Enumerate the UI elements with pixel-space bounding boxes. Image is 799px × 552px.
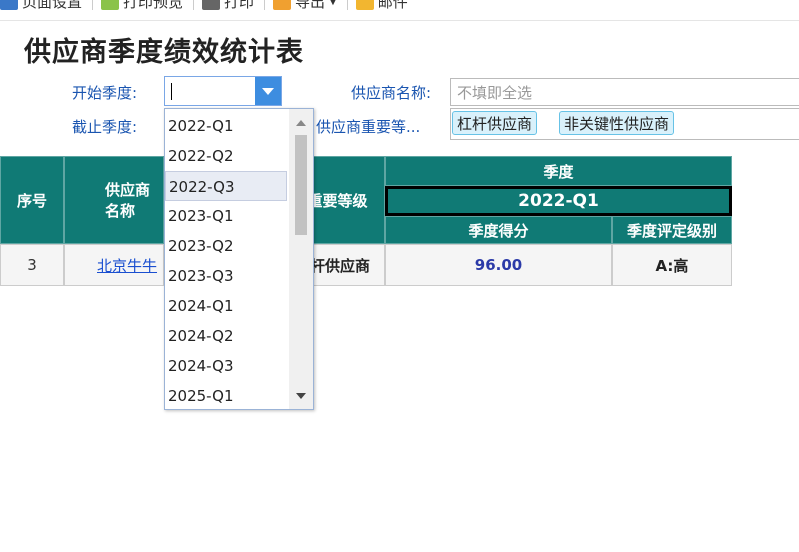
- quarter-option[interactable]: 2025-Q1: [165, 381, 287, 411]
- quarter-option[interactable]: 2023-Q1: [165, 201, 287, 231]
- scrollbar-thumb[interactable]: [295, 135, 307, 235]
- page-title: 供应商季度绩效统计表: [24, 37, 304, 68]
- quarter-dropdown-list[interactable]: 2022-Q1 2022-Q2 2022-Q3 2023-Q1 2023-Q2 …: [164, 108, 314, 410]
- cell-seq: 3: [0, 244, 64, 286]
- start-quarter-combo[interactable]: [164, 76, 282, 106]
- export-button[interactable]: 导出 ▼: [273, 0, 337, 12]
- cell-supplier: 北京牛牛: [64, 244, 164, 286]
- page-setup-icon: [0, 0, 18, 10]
- scroll-up-icon[interactable]: [296, 120, 306, 126]
- header-seq: 序号: [0, 156, 64, 244]
- importance-tag-noncritical[interactable]: 非关键性供应商: [559, 111, 675, 135]
- chevron-down-icon: ▼: [329, 0, 337, 7]
- supplier-name-label: 供应商名称:: [351, 84, 432, 102]
- supplier-link[interactable]: 北京牛牛: [97, 255, 157, 276]
- scroll-down-icon[interactable]: [296, 393, 306, 399]
- page-setup-button[interactable]: 页面设置: [0, 0, 82, 12]
- quarter-option-highlighted[interactable]: 2022-Q3: [165, 171, 287, 201]
- header-grade: 季度评定级别: [612, 216, 732, 244]
- header-score: 季度得分: [385, 216, 612, 244]
- supplier-name-input[interactable]: 不填即全选: [450, 78, 799, 106]
- header-quarter-2022q1[interactable]: 2022-Q1: [385, 186, 732, 216]
- header-level: 重要等级: [307, 156, 385, 244]
- quarter-option[interactable]: 2023-Q2: [165, 231, 287, 261]
- importance-label: 供应商重要等...: [316, 118, 421, 136]
- quarter-option[interactable]: 2022-Q2: [165, 141, 287, 171]
- start-quarter-label: 开始季度:: [72, 84, 138, 102]
- mail-button[interactable]: 邮件: [355, 0, 408, 12]
- quarter-option[interactable]: 2023-Q3: [165, 261, 287, 291]
- chevron-down-icon: [262, 87, 274, 95]
- cell-score: 96.00: [385, 244, 612, 286]
- print-preview-icon: [101, 0, 120, 10]
- export-icon: [273, 0, 292, 10]
- end-quarter-label: 截止季度:: [72, 118, 138, 136]
- print-button[interactable]: 打印: [202, 0, 254, 12]
- toolbar: 页面设置 打印预览 打印 导出 ▼ 邮件: [0, 0, 799, 16]
- mail-icon: [355, 0, 374, 10]
- cell-level: 杠杆供应商: [310, 244, 385, 286]
- quarter-option[interactable]: 2024-Q1: [165, 291, 287, 321]
- cell-grade: A:高: [612, 244, 732, 286]
- header-quarter-group: 季度: [385, 156, 732, 186]
- text-cursor: [171, 83, 172, 100]
- importance-tag-leverage[interactable]: 杠杆供应商: [452, 111, 538, 135]
- quarter-option[interactable]: 2022-Q1: [165, 111, 287, 141]
- header-supplier: 供应商名称: [64, 156, 164, 244]
- quarter-option[interactable]: 2024-Q3: [165, 351, 287, 381]
- dropdown-toggle-button[interactable]: [255, 77, 281, 105]
- print-preview-button[interactable]: 打印预览: [101, 0, 183, 12]
- printer-icon: [202, 0, 221, 10]
- dropdown-scrollbar[interactable]: [289, 109, 313, 409]
- quarter-option[interactable]: 2024-Q2: [165, 321, 287, 351]
